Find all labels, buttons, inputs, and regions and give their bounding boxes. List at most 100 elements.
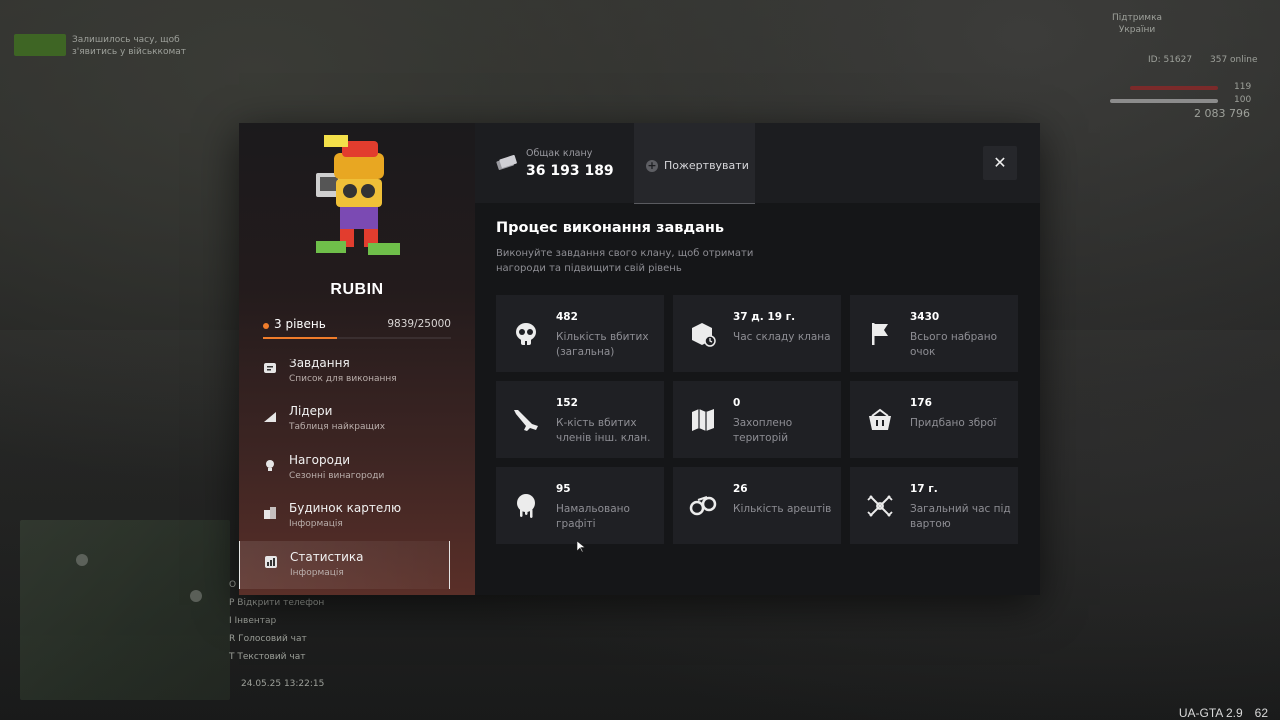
menu-item-subtitle: Інформація [290,568,344,578]
stat-value: 0 [733,397,741,409]
stat-value: 3430 [910,311,940,323]
menu-item-2[interactable]: Лідери Таблиця найкращих [239,395,450,443]
stat-value: 95 [556,483,571,495]
minimap-marker [76,554,88,566]
top-bar: Общак клану 36 193 189 + Пожертвувати ✕ [475,123,1040,204]
stats-icon [265,556,277,568]
menu-item-subtitle: Список для виконання [289,374,397,384]
plus-icon: + [646,159,658,172]
level-row: 3 рівень 9839/25000 [263,317,451,335]
map-icon [692,409,714,431]
armor-value: 100 [1234,95,1252,105]
notice-indicator [14,34,66,56]
clan-content: Общак клану 36 193 189 + Пожертвувати ✕ … [475,123,1040,595]
rifle-icon [514,410,538,431]
version-fps: UA-GTA 2.9 62 [1179,706,1280,720]
chat-icon [264,363,276,373]
stat-card: 3430 Всього набрано очок [850,295,1018,372]
control-hint: T Текстовий чат [229,652,306,662]
section-description: Виконуйте завдання свого клану, щоб отри… [496,248,754,274]
online-count: 357 online [1210,55,1258,65]
donate-button[interactable]: + Пожертвувати [634,123,755,204]
treasury-label: Общак клану [526,148,593,159]
stat-label: Кількість вбитих (загальна) [556,331,649,358]
money-value: 2 083 796 [1194,107,1250,120]
section-title: Процес виконання завдань [496,220,725,236]
health-bar [1130,86,1218,90]
stat-value: 176 [910,397,932,409]
menu-item-subtitle: Таблиця найкращих [289,422,386,432]
treasury-value: 36 193 189 [526,163,614,179]
stat-value: 26 [733,483,748,495]
box-clock-icon [692,323,716,347]
level-xp: 9839/25000 [387,318,451,330]
spray-icon [517,494,535,518]
money-icon [496,154,517,170]
flag-icon [872,323,888,345]
datetime: 24.05.25 13:22:15 [241,679,325,689]
donate-label: Пожертвувати [664,159,749,172]
stat-label: Придбано зброї [910,417,997,429]
stat-value: 17 г. [910,483,938,495]
close-button[interactable]: ✕ [983,146,1017,180]
clan-menu: Завдання Список для виконання Лідери Таб… [239,359,475,595]
stat-card: 152 К-кість вбитих членів інш. клан. [496,381,664,458]
chart-icon [264,412,276,422]
stat-label: Загальний час під вартою [910,503,1011,530]
health-value: 119 [1234,82,1252,92]
clan-name: RUBIN [330,281,384,298]
stat-card: 37 д. 19 г. Час складу клана [673,295,841,372]
stat-card: 26 Кількість арештів [673,467,841,544]
level-label: 3 рівень [274,317,326,331]
treasury: Общак клану 36 193 189 [495,145,625,185]
menu-item-4[interactable]: Будинок картелю Інформація [239,492,450,540]
menu-item-1[interactable]: Завдання Список для виконання [239,359,450,395]
minimap-marker [190,590,202,602]
medal-icon [266,460,274,471]
notice-text: Залишилось часу, щоб з'явитись у військк… [72,35,187,57]
stat-label: Всього набрано очок [910,331,998,358]
control-hint: P Відкрити телефон [229,598,325,608]
stat-label: Час складу клана [733,331,831,343]
menu-item-5[interactable]: Статистика Інформація [239,541,450,589]
stat-label: Захоплено територій [733,417,793,444]
level-progress-track [263,337,451,339]
level-dot [263,323,269,329]
control-hint: R Голосовий чат [229,634,307,644]
fps-text: 62 [1254,706,1268,720]
menu-item-subtitle: Сезонні винагороди [289,471,385,481]
minimap [20,520,230,700]
level-progress-fill [263,337,337,339]
menu-item-title: Статистика [290,550,364,564]
stat-label: Намальовано графіті [556,503,630,530]
stat-card: 176 Придбано зброї [850,381,1018,458]
menu-item-subtitle: Інформація [289,519,343,529]
menu-item-3[interactable]: Нагороди Сезонні винагороди [239,444,450,492]
stat-card: 482 Кількість вбитих (загальна) [496,295,664,372]
menu-item-title: Нагороди [289,453,351,467]
basket-icon [869,408,891,430]
building-icon [264,507,276,519]
control-hint: O [229,580,237,590]
stat-label: Кількість арештів [733,503,832,515]
skull-icon [516,323,536,345]
stat-value: 152 [556,397,578,409]
menu-item-title: Будинок картелю [289,501,402,515]
clan-sidebar: RUBIN 3 рівень 9839/25000 Завдання Списо… [239,123,475,595]
clan-avatar [316,135,400,255]
stat-card: 95 Намальовано графіті [496,467,664,544]
handcuffs-icon [689,496,717,516]
stat-card: 0 Захоплено територій [673,381,841,458]
close-icon: ✕ [993,153,1007,172]
barbed-wire-icon [867,495,893,517]
menu-item-title: Завдання [289,359,350,370]
sponsor-text: Підтримка України [1112,13,1163,35]
menu-item-title: Лідери [289,404,333,418]
stat-value: 37 д. 19 г. [733,311,796,323]
version-text: UA-GTA 2.9 [1178,706,1243,720]
stat-value: 482 [556,311,578,323]
control-hint: I Інвентар [229,616,277,626]
mouse-cursor-icon [577,541,585,553]
stat-label: К-кість вбитих членів інш. клан. [556,417,651,444]
player-id: ID: 51627 [1148,55,1193,65]
